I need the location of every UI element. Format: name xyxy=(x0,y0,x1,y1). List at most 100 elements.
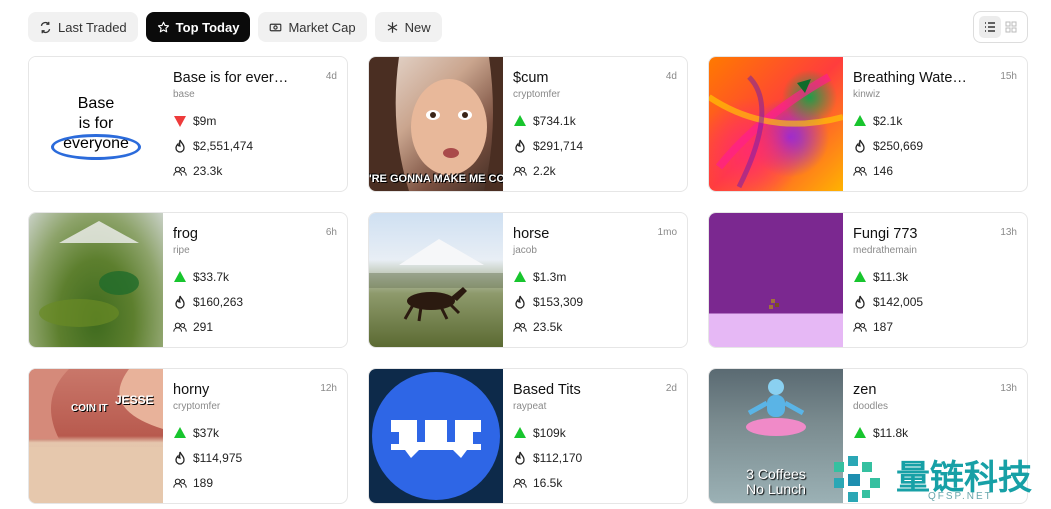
coin-age: 4d xyxy=(665,71,677,82)
coin-card[interactable]: Base is for everyone Base is for everyon… xyxy=(28,56,348,192)
tab-market-cap[interactable]: Market Cap xyxy=(258,12,367,42)
coin-thumbnail xyxy=(369,369,503,503)
tab-last-traded[interactable]: Last Traded xyxy=(28,12,138,42)
coin-name: zen xyxy=(853,382,877,398)
coin-thumbnail: 'RE GONNA MAKE ME COI xyxy=(369,57,503,191)
grid-view-button[interactable] xyxy=(1001,16,1023,38)
holders-value: 146 xyxy=(873,164,894,178)
coin-info: Base is for everyone base 4d $9m $2,551,… xyxy=(163,57,347,191)
coin-info: horse jacob 1mo $1.3m $153,309 23.5k xyxy=(503,213,687,347)
coin-name: horse xyxy=(513,226,550,242)
asterisk-icon xyxy=(387,21,398,33)
coin-card[interactable]: Based Tits raypeat 2d $109k $112,170 16.… xyxy=(368,368,688,504)
coin-card[interactable]: Fungi 773 medrathemain 13h $11.3k $142,0… xyxy=(708,212,1028,348)
flame-icon xyxy=(515,295,525,309)
market-cap-change: $11.3k xyxy=(853,269,1017,285)
holders-value: 187 xyxy=(873,320,894,334)
triangle-up-icon xyxy=(854,427,866,438)
triangle-up-icon xyxy=(174,271,186,282)
volume-value: $142,005 xyxy=(873,295,924,309)
change-value: $9m xyxy=(193,114,217,128)
holders: 187 xyxy=(853,319,1017,335)
coin-card[interactable]: horse jacob 1mo $1.3m $153,309 23.5k xyxy=(368,212,688,348)
coin-thumbnail: Base is for everyone xyxy=(29,57,163,191)
caption-line: No Lunch xyxy=(746,481,806,497)
change-value: $2.1k xyxy=(873,114,903,128)
holders: 23.3k xyxy=(173,163,337,179)
thumb-text: is for xyxy=(78,115,114,132)
coin-card[interactable]: COIN IT JESSE horny cryptomfer 12h $37k … xyxy=(28,368,348,504)
coin-name: Base is for everyone xyxy=(173,70,291,86)
list-view-button[interactable] xyxy=(979,16,1001,38)
coin-author[interactable]: raypeat xyxy=(513,401,677,413)
pixel-art-image xyxy=(769,299,779,309)
people-icon xyxy=(173,166,187,176)
triangle-up-icon xyxy=(854,271,866,282)
volume: $160,263 xyxy=(173,294,337,310)
coin-info: frog ripe 6h $33.7k $160,263 291 xyxy=(163,213,347,347)
coin-author[interactable]: ripe xyxy=(173,245,337,257)
coin-thumbnail xyxy=(709,213,843,347)
market-cap-change: $734.1k xyxy=(513,113,677,129)
holders: 16.5k xyxy=(513,475,677,491)
triangle-down-icon xyxy=(174,116,186,127)
coin-author[interactable]: doodles xyxy=(853,401,1017,413)
coin-author[interactable]: medrathemain xyxy=(853,245,1017,257)
coin-thumbnail xyxy=(709,57,843,191)
change-value: $1.3m xyxy=(533,270,567,284)
tab-label: New xyxy=(404,19,431,35)
market-cap-change: $9m xyxy=(173,113,337,129)
volume-value: $114,975 xyxy=(193,451,243,465)
coin-age: 2d xyxy=(665,383,677,394)
coin-author[interactable]: jacob xyxy=(513,245,677,257)
market-cap-change: $109k xyxy=(513,425,677,441)
sort-tabs: Last Traded Top Today Market Cap New xyxy=(28,12,442,42)
coin-name: horny xyxy=(173,382,210,398)
tab-new[interactable]: New xyxy=(374,12,442,42)
holders: 2.2k xyxy=(513,163,677,179)
change-value: $37k xyxy=(193,426,220,440)
coin-name: $cum xyxy=(513,70,549,86)
coin-age: 1mo xyxy=(657,227,677,238)
holders-value: 2.2k xyxy=(533,164,556,178)
coin-author[interactable]: kinwiz xyxy=(853,89,1017,101)
watermark-subtext: QFSP.NET xyxy=(928,491,993,502)
coin-name: Fungi 773 xyxy=(853,226,918,242)
coin-age: 12h xyxy=(320,383,337,394)
coin-age: 13h xyxy=(1000,383,1017,394)
coin-card[interactable]: frog ripe 6h $33.7k $160,263 291 xyxy=(28,212,348,348)
people-icon xyxy=(173,478,187,488)
holders: 291 xyxy=(173,319,337,335)
coin-card[interactable]: Breathing Watercol... kinwiz 15h $2.1k $… xyxy=(708,56,1028,192)
coin-author[interactable]: cryptomfer xyxy=(173,401,337,413)
volume: $291,714 xyxy=(513,138,677,154)
coin-author[interactable]: cryptomfer xyxy=(513,89,677,101)
change-value: $109k xyxy=(533,426,566,440)
holders: 146 xyxy=(853,163,1017,179)
meme-image xyxy=(29,369,163,503)
coin-info: Fungi 773 medrathemain 13h $11.3k $142,0… xyxy=(843,213,1027,347)
meme-label: JESSE xyxy=(115,393,154,407)
people-icon xyxy=(513,322,527,332)
coin-card[interactable]: 'RE GONNA MAKE ME COI $cum cryptomfer 4d… xyxy=(368,56,688,192)
tab-top-today[interactable]: Top Today xyxy=(145,12,251,42)
market-cap-change: $2.1k xyxy=(853,113,1017,129)
flame-icon xyxy=(175,139,185,153)
volume-value: $250,669 xyxy=(873,139,924,153)
face-image xyxy=(369,57,503,191)
holders-value: 23.3k xyxy=(193,164,223,178)
tab-label: Market Cap xyxy=(288,19,356,35)
holders-value: 16.5k xyxy=(533,476,563,490)
holders-value: 291 xyxy=(193,320,214,334)
list-icon xyxy=(984,22,995,32)
coin-thumbnail: 3 Coffees No Lunch xyxy=(709,369,843,503)
change-value: $11.3k xyxy=(873,270,909,284)
market-cap-change: $37k xyxy=(173,425,337,441)
triangle-up-icon xyxy=(514,271,526,282)
people-icon xyxy=(513,166,527,176)
coin-author[interactable]: base xyxy=(173,89,337,101)
coin-info: horny cryptomfer 12h $37k $114,975 189 xyxy=(163,369,347,503)
flame-icon xyxy=(175,295,185,309)
coin-age: 6h xyxy=(325,227,337,238)
volume-value: $153,309 xyxy=(533,295,584,309)
